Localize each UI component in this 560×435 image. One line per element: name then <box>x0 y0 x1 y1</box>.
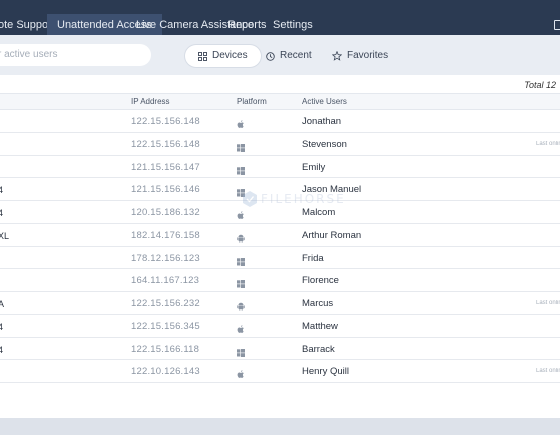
table-row[interactable]: A 122.15.156.232 Marcus Last online <box>0 292 560 315</box>
top-navigation: ote Support Unattended Access Live Camer… <box>0 0 560 35</box>
android-icon <box>237 298 245 311</box>
ip-address: 121.15.156.147 <box>131 161 200 173</box>
total-count: Total 12 <box>524 80 556 90</box>
table-header: IP Address Platform Active Users <box>0 93 560 110</box>
table-row[interactable]: 122.10.126.143 Henry Quill Last online <box>0 360 560 383</box>
watermark-text: FILEHORSE <box>261 192 346 206</box>
table-row[interactable]: 122.15.156.148 Stevenson Last online <box>0 133 560 156</box>
ip-address: 122.15.156.148 <box>131 116 200 127</box>
active-user-name: Emily <box>302 161 326 173</box>
apple-icon <box>237 321 245 333</box>
apple-icon <box>237 366 245 379</box>
active-user-name: Frida <box>302 252 324 264</box>
windows-icon <box>237 275 245 289</box>
ip-address: 122.15.166.118 <box>131 343 200 355</box>
apple-icon <box>237 116 245 128</box>
device-name: 4 <box>0 344 4 355</box>
ip-address: 178.12.156.123 <box>131 252 200 264</box>
header-active-users[interactable]: Active Users <box>302 97 347 106</box>
window-icon[interactable] <box>554 20 560 30</box>
filter-favorites-button[interactable]: Favorites <box>332 45 388 67</box>
windows-icon <box>237 139 245 152</box>
last-online-status: Last online <box>536 368 560 375</box>
watermark-logo-icon <box>243 191 257 207</box>
device-name: 4 <box>0 321 4 332</box>
windows-icon <box>237 162 245 175</box>
grid-icon <box>198 51 207 61</box>
active-user-name: Matthew <box>302 320 338 332</box>
watermark: FILEHORSE <box>243 190 358 208</box>
clock-icon <box>266 51 275 61</box>
windows-icon <box>237 344 245 357</box>
windows-icon <box>237 253 245 266</box>
filter-devices-label: Devices <box>212 50 248 61</box>
footer-bar <box>0 418 560 435</box>
active-user-name: Barrack <box>302 343 335 355</box>
tab-settings[interactable]: Settings <box>273 14 313 36</box>
table-row[interactable]: 178.12.156.123 Frida <box>0 247 560 270</box>
active-user-name: Jonathan <box>302 116 342 127</box>
device-name: A <box>0 299 5 309</box>
ip-address: 122.15.156.345 <box>131 320 200 332</box>
table-row[interactable]: 121.15.156.147 Emily <box>0 156 560 179</box>
filter-favorites-label: Favorites <box>347 50 389 61</box>
ip-address: 122.10.126.143 <box>131 366 200 378</box>
table-row[interactable]: XL 182.14.176.158 Arthur Roman <box>0 224 560 247</box>
header-platform[interactable]: Platform <box>237 97 267 106</box>
active-user-name: Arthur Roman <box>302 229 362 241</box>
active-user-name: Florence <box>302 275 339 287</box>
tab-reports[interactable]: Reports <box>228 14 267 36</box>
star-icon <box>332 51 342 61</box>
toolbar: r active users Devices Recent Favorites <box>0 35 560 75</box>
last-online-status: Last online <box>536 300 560 306</box>
device-name: 4 <box>0 185 4 196</box>
header-ip-address[interactable]: IP Address <box>131 97 170 106</box>
table-row[interactable]: 4 122.15.166.118 Barrack <box>0 338 560 361</box>
ip-address: 182.14.176.158 <box>131 229 200 241</box>
active-user-name: Malcom <box>302 207 336 218</box>
ip-address: 164.11.167.123 <box>131 275 200 287</box>
device-name: XL <box>0 230 10 241</box>
apple-icon <box>237 207 245 219</box>
active-user-name: Stevenson <box>302 138 347 150</box>
android-icon <box>237 230 245 243</box>
ip-address: 122.15.156.148 <box>131 138 200 150</box>
filter-devices-button[interactable]: Devices <box>185 45 261 67</box>
last-online-status: Last online <box>536 140 560 147</box>
ip-address: 121.15.156.146 <box>131 184 200 196</box>
table-row[interactable]: 122.15.156.148 Jonathan <box>0 110 560 133</box>
ip-address: 122.15.156.232 <box>131 298 200 309</box>
device-name: 4 <box>0 208 4 218</box>
filter-recent-label: Recent <box>280 50 312 61</box>
ip-address: 120.15.186.132 <box>131 207 200 218</box>
active-user-name: Henry Quill <box>302 366 349 378</box>
filter-recent-button[interactable]: Recent <box>266 45 312 67</box>
search-input[interactable]: r active users <box>0 44 151 66</box>
table-row[interactable]: 164.11.167.123 Florence <box>0 269 560 292</box>
table-row[interactable]: 4 122.15.156.345 Matthew <box>0 315 560 338</box>
active-user-name: Marcus <box>302 298 334 309</box>
